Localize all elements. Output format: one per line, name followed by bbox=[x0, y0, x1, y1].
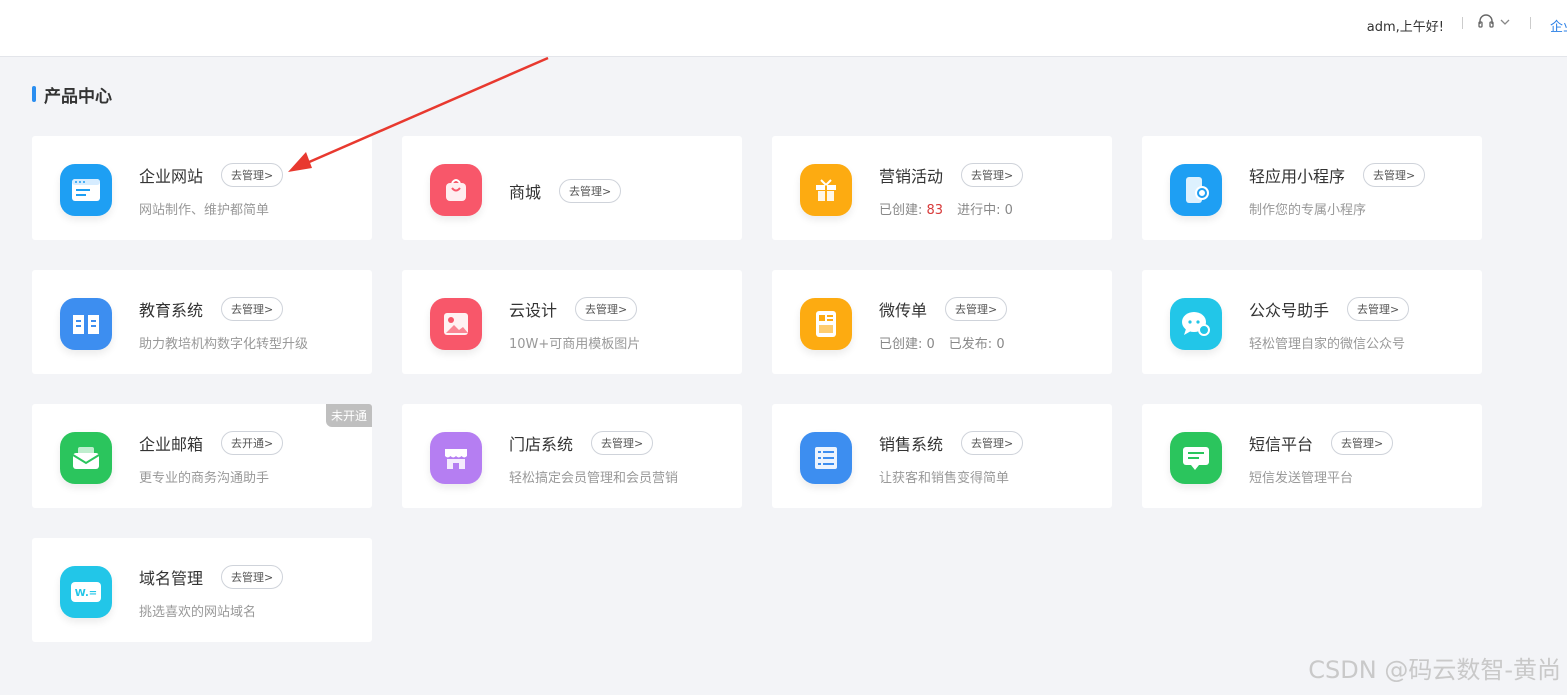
product-name: 短信平台 bbox=[1249, 435, 1314, 454]
manage-button[interactable]: 去管理> bbox=[1347, 297, 1410, 321]
product-card[interactable]: 短信平台 去管理> 短信发送管理平台 bbox=[1142, 404, 1482, 508]
product-name: 公众号助手 bbox=[1249, 301, 1330, 320]
stat-value: 0 bbox=[1004, 203, 1013, 218]
product-name: 门店系统 bbox=[509, 435, 574, 454]
product-name: 营销活动 bbox=[879, 167, 944, 186]
manage-button[interactable]: 去管理> bbox=[559, 179, 622, 203]
image-icon bbox=[430, 298, 482, 350]
product-card[interactable]: 轻应用小程序 去管理> 制作您的专属小程序 bbox=[1142, 136, 1482, 240]
product-stats: 已创建: 83 进行中: 0 bbox=[879, 199, 1013, 218]
title-accent-bar bbox=[32, 86, 36, 102]
product-card[interactable]: 门店系统 去管理> 轻松搞定会员管理和会员营销 bbox=[402, 404, 742, 508]
product-description: 制作您的专属小程序 bbox=[1249, 203, 1367, 218]
manage-button[interactable]: 去开通> bbox=[221, 431, 284, 455]
product-card[interactable]: 企业网站 去管理> 网站制作、维护都简单 bbox=[32, 136, 372, 240]
product-card[interactable]: 微传单 去管理> 已创建: 0 已发布: 0 bbox=[772, 270, 1112, 374]
manage-button[interactable]: 去管理> bbox=[221, 297, 284, 321]
store-icon bbox=[430, 432, 482, 484]
manage-button[interactable]: 去管理> bbox=[961, 163, 1024, 187]
product-name: 云设计 bbox=[509, 301, 558, 320]
stat-label: 已创建: bbox=[879, 337, 927, 352]
product-name: 企业邮箱 bbox=[139, 435, 204, 454]
product-name: 轻应用小程序 bbox=[1249, 167, 1346, 186]
product-card[interactable]: 企业邮箱 去开通> 更专业的商务沟通助手 未开通 bbox=[32, 404, 372, 508]
product-description: 挑选喜欢的网站域名 bbox=[139, 605, 257, 620]
product-description: 轻松管理自家的微信公众号 bbox=[1249, 337, 1406, 352]
product-card[interactable]: 云设计 去管理> 10W+可商用模板图片 bbox=[402, 270, 742, 374]
flyer-icon bbox=[800, 298, 852, 350]
stat-value: 83 bbox=[926, 203, 944, 218]
sms-icon bbox=[1170, 432, 1222, 484]
stat-label: 进行中: bbox=[957, 203, 1005, 218]
product-description: 轻松搞定会员管理和会员营销 bbox=[509, 471, 679, 486]
section-title-text: 产品中心 bbox=[44, 86, 112, 107]
manage-button[interactable]: 去管理> bbox=[591, 431, 654, 455]
product-card[interactable]: 商城 去管理> bbox=[402, 136, 742, 240]
stat-label: 已发布: bbox=[948, 337, 997, 352]
enterprise-link[interactable]: 企业 bbox=[1550, 16, 1567, 35]
gift-icon bbox=[800, 164, 852, 216]
stat-value: 0 bbox=[996, 337, 1005, 352]
section-title: 产品中心 bbox=[32, 84, 112, 107]
manage-button[interactable]: 去管理> bbox=[221, 163, 284, 187]
manage-button[interactable]: 去管理> bbox=[1363, 163, 1426, 187]
product-card[interactable]: 教育系统 去管理> 助力教培机构数字化转型升级 bbox=[32, 270, 372, 374]
product-name: 商城 bbox=[509, 183, 542, 202]
product-name: 销售系统 bbox=[879, 435, 944, 454]
product-description: 10W+可商用模板图片 bbox=[509, 337, 641, 352]
product-card[interactable]: 公众号助手 去管理> 轻松管理自家的微信公众号 bbox=[1142, 270, 1482, 374]
product-name: 企业网站 bbox=[139, 167, 204, 186]
domain-icon: W.= bbox=[60, 566, 112, 618]
divider bbox=[1530, 17, 1531, 29]
list-icon bbox=[800, 432, 852, 484]
manage-button[interactable]: 去管理> bbox=[961, 431, 1024, 455]
product-stats: 已创建: 0 已发布: 0 bbox=[879, 333, 1005, 352]
manage-button[interactable]: 去管理> bbox=[221, 565, 284, 589]
product-card[interactable]: 营销活动 去管理> 已创建: 83 进行中: 0 bbox=[772, 136, 1112, 240]
stat-value: 0 bbox=[926, 337, 935, 352]
manage-button[interactable]: 去管理> bbox=[575, 297, 638, 321]
wechat-chat-icon bbox=[1170, 298, 1222, 350]
product-name: 域名管理 bbox=[139, 569, 204, 588]
divider bbox=[1462, 17, 1463, 29]
product-description: 助力教培机构数字化转型升级 bbox=[139, 337, 309, 352]
book-icon bbox=[60, 298, 112, 350]
manage-button[interactable]: 去管理> bbox=[945, 297, 1008, 321]
stat-label: 已创建: bbox=[879, 203, 927, 218]
product-name: 教育系统 bbox=[139, 301, 204, 320]
product-description: 短信发送管理平台 bbox=[1249, 471, 1354, 486]
svg-text:W.=: W.= bbox=[75, 588, 97, 599]
website-icon bbox=[60, 164, 112, 216]
headset-icon[interactable] bbox=[1477, 12, 1513, 32]
product-description: 网站制作、维护都简单 bbox=[139, 203, 270, 218]
product-card[interactable]: 销售系统 去管理> 让获客和销售变得简单 bbox=[772, 404, 1112, 508]
greeting-text: adm,上午好! bbox=[1366, 20, 1444, 35]
top-bar: adm,上午好! 企业 bbox=[0, 0, 1567, 57]
status-badge: 未开通 bbox=[325, 404, 372, 427]
product-description: 让获客和销售变得简单 bbox=[879, 471, 1010, 486]
mini-program-icon bbox=[1170, 164, 1222, 216]
manage-button[interactable]: 去管理> bbox=[1331, 431, 1394, 455]
product-name: 微传单 bbox=[879, 301, 928, 320]
product-description: 更专业的商务沟通助手 bbox=[139, 471, 270, 486]
shopping-bag-icon bbox=[430, 164, 482, 216]
product-card[interactable]: W.= 域名管理 去管理> 挑选喜欢的网站域名 bbox=[32, 538, 372, 642]
mail-icon bbox=[60, 432, 112, 484]
watermark: CSDN @码云数智-黄尚 bbox=[1308, 656, 1561, 684]
